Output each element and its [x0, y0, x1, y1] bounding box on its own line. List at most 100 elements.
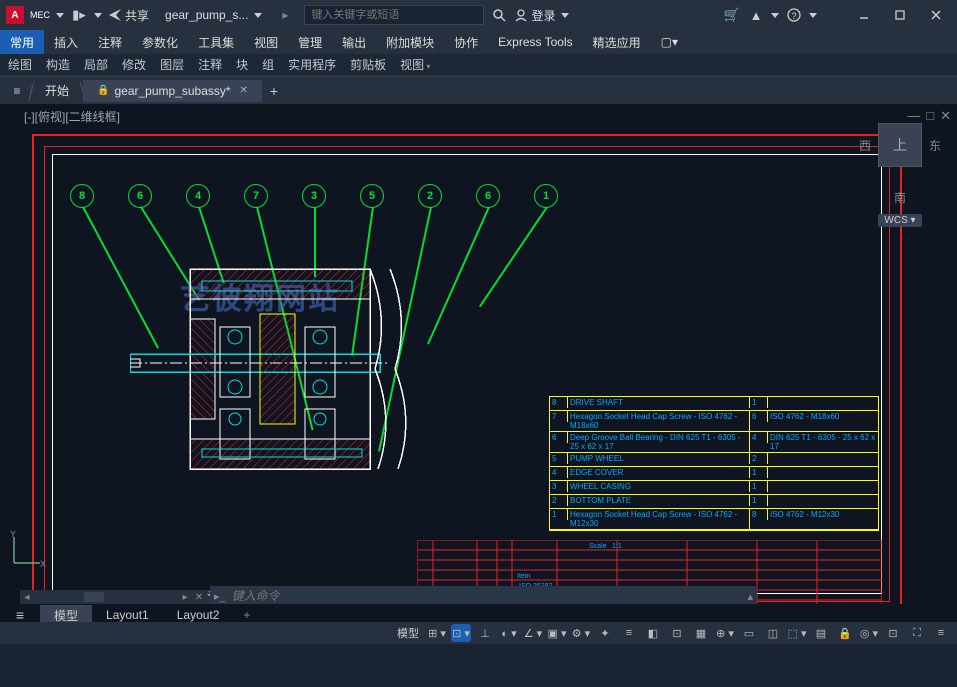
- isodraft-icon[interactable]: ∠ ▾: [523, 624, 543, 642]
- panel-utilities[interactable]: 实用程序: [284, 56, 340, 73]
- search-box[interactable]: [304, 5, 484, 25]
- close-button[interactable]: [921, 5, 951, 25]
- panel-modify[interactable]: 修改: [118, 56, 150, 73]
- viewcube-east[interactable]: 东: [929, 137, 941, 154]
- customize-icon[interactable]: ≡: [931, 624, 951, 642]
- command-line[interactable]: ▸_ ▴: [210, 586, 757, 606]
- isolate-icon[interactable]: ◎ ▾: [859, 624, 879, 642]
- ribbon-tab-parametric[interactable]: 参数化: [132, 30, 188, 54]
- ribbon-tab-insert[interactable]: 插入: [44, 30, 88, 54]
- ribbon-tab-addins[interactable]: 附加模块: [376, 30, 444, 54]
- ribbon-tab-toolset[interactable]: 工具集: [188, 30, 244, 54]
- ribbon-tab-featured[interactable]: 精选应用: [583, 30, 651, 54]
- panel-construct[interactable]: 构造: [42, 56, 74, 73]
- viewcube-south[interactable]: 南: [855, 189, 945, 206]
- autodesk-icon[interactable]: ▲: [747, 6, 765, 24]
- osnap-icon[interactable]: ▣ ▾: [547, 624, 567, 642]
- scroll-thumb[interactable]: [84, 592, 104, 602]
- ribbon-tab-annotate[interactable]: 注释: [88, 30, 132, 54]
- new-tab-button[interactable]: +: [262, 83, 286, 99]
- panel-view[interactable]: 视图: [396, 56, 434, 73]
- bom-row: 1Hexagon Socket Head Cap Screw - ISO 476…: [550, 509, 878, 530]
- ribbon-tab-output[interactable]: 输出: [332, 30, 376, 54]
- help-dropdown[interactable]: [809, 13, 817, 18]
- bom-row: 4EDGE COVER1: [550, 467, 878, 481]
- app-logo[interactable]: A: [6, 6, 24, 24]
- login-dropdown[interactable]: [561, 13, 569, 18]
- tab-start[interactable]: 开始: [31, 80, 83, 102]
- panel-layers[interactable]: 图层: [156, 56, 188, 73]
- units-icon[interactable]: ⬚ ▾: [787, 624, 807, 642]
- command-input[interactable]: [232, 589, 742, 603]
- maximize-button[interactable]: [885, 5, 915, 25]
- transparency-icon[interactable]: ◧: [643, 624, 663, 642]
- scroll-left-icon[interactable]: ◂: [20, 592, 34, 603]
- login-button[interactable]: 登录: [514, 7, 555, 24]
- cleanscreen-icon[interactable]: ⛶: [907, 624, 927, 642]
- scroll-close-icon[interactable]: ✕: [192, 592, 206, 603]
- panel-annotation[interactable]: 注释: [194, 56, 226, 73]
- share-label: 共享: [125, 7, 149, 24]
- polar-icon[interactable]: ◐ ▾: [499, 624, 519, 642]
- ribbon-tab-collab[interactable]: 协作: [444, 30, 488, 54]
- ribbon-panel-row: 绘图 构造 局部 修改 图层 注释 块 组 实用程序 剪贴板 视图: [0, 54, 957, 76]
- tab-gear-pump[interactable]: 🔒 gear_pump_subassy* ✕: [83, 80, 262, 102]
- drawing-viewport[interactable]: [-][俯视][二维线框] — □ ✕ 北 西 上 东 南 WCS ▾ 8 6 …: [0, 104, 957, 644]
- svg-text:1:1: 1:1: [612, 543, 622, 550]
- status-model-label[interactable]: 模型: [393, 625, 423, 641]
- lineweight-icon[interactable]: ≡: [619, 624, 639, 642]
- cmdline-recent-icon[interactable]: ▴: [747, 590, 753, 603]
- ribbon-tab-view[interactable]: 视图: [244, 30, 288, 54]
- 3dosnap-icon[interactable]: ▦: [691, 624, 711, 642]
- scroll-right-icon[interactable]: ▸: [178, 592, 192, 603]
- cart-icon[interactable]: 🛒: [723, 6, 741, 24]
- search-icon[interactable]: [490, 6, 508, 24]
- balloon-6a: 6: [128, 184, 152, 208]
- anno-scale-icon[interactable]: ⚙ ▾: [571, 624, 591, 642]
- dynamic-ucs-icon[interactable]: ⊕ ▾: [715, 624, 735, 642]
- horizontal-scrollbar[interactable]: ◂ ▸ ✕ 🔧: [20, 590, 220, 604]
- cmdline-chevron-icon[interactable]: ▸_: [214, 590, 226, 603]
- ribbon-overflow[interactable]: ▢▾: [651, 30, 688, 54]
- ortho-icon[interactable]: ⊥: [475, 624, 495, 642]
- panel-group[interactable]: 组: [258, 56, 278, 73]
- panel-clipboard[interactable]: 剪贴板: [346, 56, 390, 73]
- panel-local[interactable]: 局部: [80, 56, 112, 73]
- search-input[interactable]: [305, 9, 483, 21]
- autodesk-dropdown[interactable]: [771, 13, 779, 18]
- viewcube-top-face[interactable]: 上: [878, 123, 922, 167]
- panel-block[interactable]: 块: [232, 56, 252, 73]
- viewcube[interactable]: 北 西 上 东 南 WCS ▾: [855, 134, 945, 254]
- tab-active-label: gear_pump_subassy*: [114, 84, 230, 98]
- layout-menu-icon[interactable]: ≡: [0, 607, 40, 623]
- ribbon-tab-manage[interactable]: 管理: [288, 30, 332, 54]
- tab-close-icon[interactable]: ✕: [236, 85, 248, 96]
- filename-dropdown[interactable]: [254, 13, 262, 18]
- hwacc-icon[interactable]: ⊡: [883, 624, 903, 642]
- viewcube-west[interactable]: 西: [859, 137, 871, 154]
- lock-icon: 🔒: [97, 85, 109, 96]
- cycling-icon[interactable]: ⊡: [667, 624, 687, 642]
- lock-ui-icon[interactable]: 🔒: [835, 624, 855, 642]
- open-dropdown[interactable]: [94, 13, 102, 18]
- add-layout-button[interactable]: +: [233, 608, 260, 622]
- ribbon-tab-common[interactable]: 常用: [0, 30, 44, 54]
- ucs-icon[interactable]: YX: [6, 531, 46, 574]
- help-icon[interactable]: ?: [785, 6, 803, 24]
- panel-draw[interactable]: 绘图: [4, 56, 36, 73]
- selection-filter-icon[interactable]: ▭: [739, 624, 759, 642]
- gizmo-icon[interactable]: ◫: [763, 624, 783, 642]
- share-button[interactable]: 共享: [108, 7, 149, 24]
- snap-mode-icon[interactable]: ⊡ ▾: [451, 624, 471, 642]
- wcs-label[interactable]: WCS ▾: [878, 214, 921, 227]
- filename-display[interactable]: gear_pump_s...: [165, 8, 248, 22]
- viewport-label[interactable]: [-][俯视][二维线框]: [24, 108, 120, 125]
- folder-icon[interactable]: ▮▸: [70, 6, 88, 24]
- workspace-icon[interactable]: ✦: [595, 624, 615, 642]
- ribbon-tab-express[interactable]: Express Tools: [488, 30, 582, 54]
- doctabs-menu-icon[interactable]: ≡: [4, 80, 30, 102]
- quickprops-icon[interactable]: ▤: [811, 624, 831, 642]
- grid-display-icon[interactable]: ⊞ ▾: [427, 624, 447, 642]
- minimize-button[interactable]: [849, 5, 879, 25]
- app-menu-dropdown[interactable]: [56, 13, 64, 18]
